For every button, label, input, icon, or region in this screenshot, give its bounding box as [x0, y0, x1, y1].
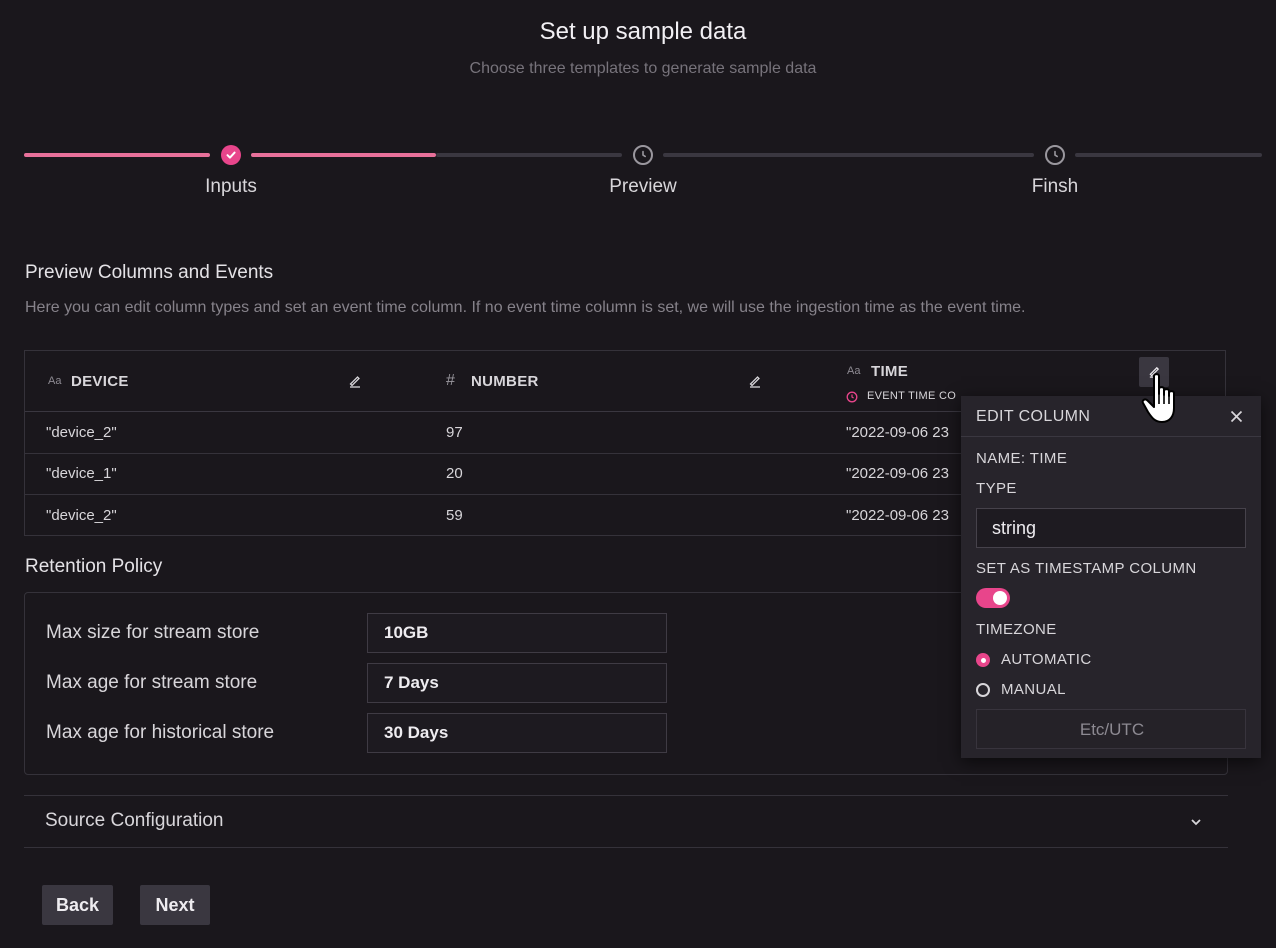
clock-icon: [1045, 145, 1065, 165]
next-button[interactable]: Next: [140, 885, 210, 925]
cell-device: "device_1": [46, 465, 117, 482]
hand-cursor-icon: [1141, 373, 1175, 423]
event-time-clock-icon: [846, 390, 858, 408]
cell-number: 97: [446, 424, 463, 441]
radio-automatic[interactable]: [976, 653, 990, 667]
cell-time: "2022-09-06 23: [846, 465, 949, 482]
source-config-title: Source Configuration: [45, 810, 224, 831]
cell-time: "2022-09-06 23: [846, 424, 949, 441]
step-track-3: [1075, 153, 1262, 157]
number-type-icon: #: [446, 372, 455, 389]
radio-manual-label[interactable]: MANUAL: [1001, 681, 1066, 698]
step-label-finish[interactable]: Finsh: [955, 176, 1155, 198]
preview-section-description: Here you can edit column types and set a…: [25, 299, 1026, 316]
column-header-device: DEVICE: [71, 373, 129, 390]
column-header-number: NUMBER: [471, 373, 539, 390]
text-type-icon: Aa: [48, 375, 62, 387]
type-select-value: string: [992, 518, 1037, 538]
close-icon[interactable]: [1230, 410, 1243, 423]
radio-automatic-label[interactable]: AUTOMATIC: [1001, 651, 1092, 668]
step-label-preview[interactable]: Preview: [543, 176, 743, 198]
step-label-inputs[interactable]: Inputs: [131, 176, 331, 198]
historical-age-input[interactable]: 30 Days: [367, 713, 667, 753]
type-select[interactable]: string: [976, 508, 1246, 548]
column-header-time: TIME: [871, 363, 909, 380]
text-type-icon: Aa: [847, 365, 861, 377]
chevron-down-icon: [1191, 819, 1201, 826]
column-name-text: NAME: TIME: [976, 450, 1068, 467]
retention-label-stream-size: Max size for stream store: [46, 622, 260, 643]
check-icon: [221, 145, 241, 165]
edit-pencil-icon[interactable]: [348, 374, 362, 393]
step-track-1b: [251, 153, 436, 157]
event-time-badge: EVENT TIME COLUMN: [867, 390, 957, 402]
radio-manual[interactable]: [976, 683, 990, 697]
popover-title: EDIT COLUMN: [976, 408, 1091, 425]
cell-number: 59: [446, 507, 463, 524]
timezone-input-value: Etc/UTC: [1079, 720, 1145, 739]
back-button[interactable]: Back: [42, 885, 113, 925]
edit-pencil-icon[interactable]: [748, 374, 762, 393]
step-track-1a: [24, 153, 210, 157]
timestamp-label: SET AS TIMESTAMP COLUMN: [976, 560, 1197, 577]
stream-age-input[interactable]: 7 Days: [367, 663, 667, 703]
step-track-2b: [663, 153, 1034, 157]
type-label: TYPE: [976, 480, 1017, 497]
step-track-2a: [436, 153, 622, 157]
preview-section-title: Preview Columns and Events: [25, 262, 274, 283]
page-subtitle: Choose three templates to generate sampl…: [469, 60, 817, 77]
edit-column-popover: EDIT COLUMN NAME: TIME TYPE string SET A…: [961, 396, 1261, 758]
cell-device: "device_2": [46, 424, 117, 441]
page-title: Set up sample data: [539, 18, 747, 45]
cell-number: 20: [446, 465, 463, 482]
retention-section-title: Retention Policy: [25, 556, 163, 577]
divider: [24, 847, 1228, 848]
source-config-accordion[interactable]: Source Configuration: [24, 796, 1228, 847]
clock-icon: [633, 145, 653, 165]
timezone-input[interactable]: Etc/UTC: [976, 709, 1246, 749]
cell-time: "2022-09-06 23: [846, 507, 949, 524]
stream-size-input[interactable]: 10GB: [367, 613, 667, 653]
timestamp-toggle[interactable]: [976, 588, 1010, 608]
cell-device: "device_2": [46, 507, 117, 524]
retention-label-historical-age: Max age for historical store: [46, 722, 275, 743]
timezone-label: TIMEZONE: [976, 621, 1057, 638]
retention-label-stream-age: Max age for stream store: [46, 672, 258, 693]
popover-divider: [961, 436, 1261, 437]
